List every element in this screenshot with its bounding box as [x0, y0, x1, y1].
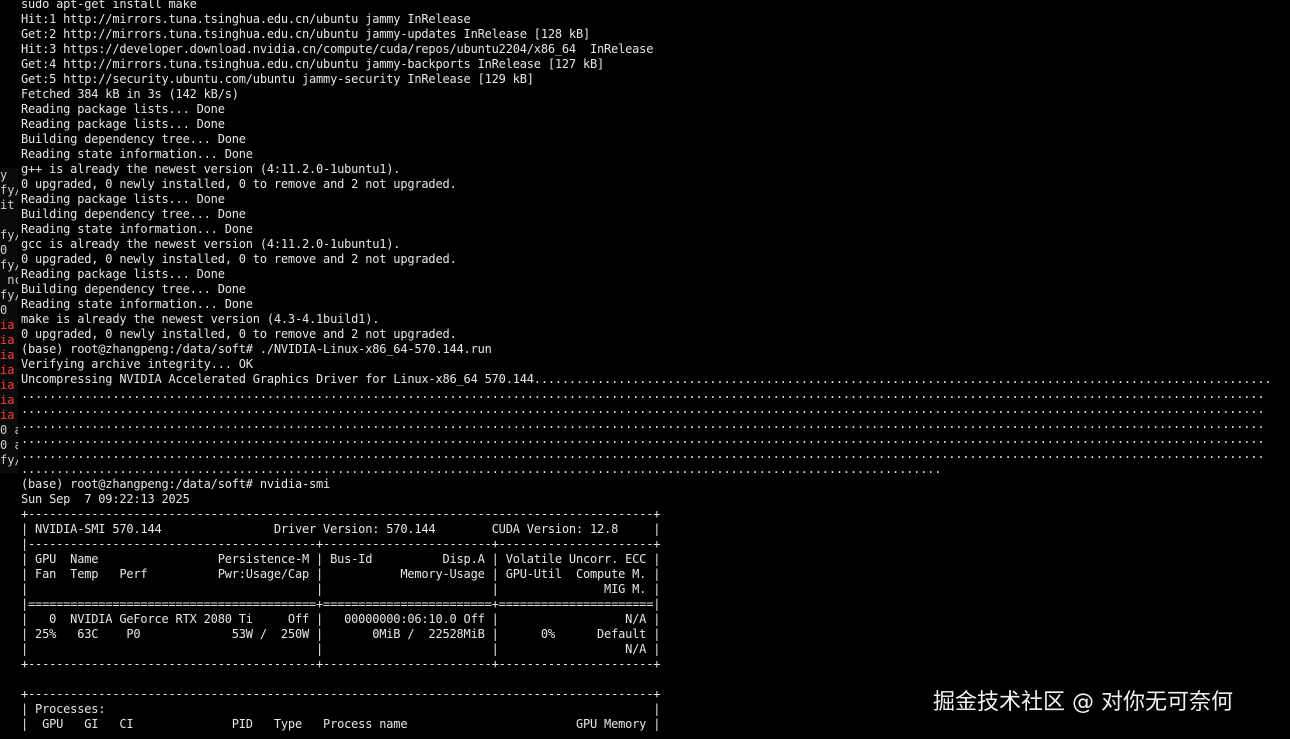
background-window-sliver: yfy/itfy/0fy/ ncfy/0iaiaiaiaiaiaia0 a0 a… [0, 168, 18, 473]
terminal-line: Reading package lists... Done [21, 192, 225, 206]
background-window-text-fragment: it [0, 198, 15, 212]
terminal-line: (base) root@zhangpeng:/data/soft# nvidia… [21, 477, 331, 491]
terminal-line: +---------------------------------------… [21, 687, 661, 701]
terminal-line: Verifying archive integrity... OK [21, 357, 253, 371]
terminal-line: Reading state information... Done [21, 222, 253, 236]
terminal-line: ........................................… [21, 402, 1265, 416]
terminal-line: | | | MIG M. | [21, 582, 661, 596]
terminal-line: | Fan Temp Perf Pwr:Usage/Cap | Memory-U… [21, 567, 661, 581]
background-window-text-fragment: ia [0, 393, 15, 407]
background-window-text-fragment: ia [0, 378, 15, 392]
background-window-text-fragment: nc [7, 273, 18, 287]
terminal-line: Hit:1 http://mirrors.tuna.tsinghua.edu.c… [21, 12, 471, 26]
terminal-line: |=======================================… [21, 597, 661, 611]
terminal-line: 0 upgraded, 0 newly installed, 0 to remo… [21, 327, 457, 341]
terminal-line: Building dependency tree... Done [21, 132, 246, 146]
terminal-line: sudo apt-get install make [21, 0, 197, 11]
terminal-line: | 25% 63C P0 53W / 250W | 0MiB / 22528Mi… [21, 627, 661, 641]
background-window-text-fragment: fy/ [0, 258, 18, 272]
terminal-line: ........................................… [21, 432, 1265, 446]
background-window-text-fragment: ia [0, 408, 15, 422]
background-window-text-fragment: 0 [0, 303, 8, 317]
terminal-line: Reading package lists... Done [21, 267, 225, 281]
terminal-line: ........................................… [21, 462, 942, 476]
terminal-line: gcc is already the newest version (4:11.… [21, 237, 401, 251]
terminal-line: | | | N/A | [21, 642, 661, 656]
terminal-line: ........................................… [21, 417, 1265, 431]
background-window-text-fragment [0, 213, 18, 228]
terminal-output[interactable]: sudo apt-get install make Hit:1 http://mi… [21, 0, 1290, 739]
terminal-line: 0 upgraded, 0 newly installed, 0 to remo… [21, 177, 457, 191]
background-window-text-fragment: fy/ [0, 453, 18, 467]
background-window-text-fragment: ia [0, 348, 15, 362]
terminal-line: Building dependency tree... Done [21, 282, 246, 296]
terminal-line: make is already the newest version (4.3-… [21, 312, 380, 326]
terminal-line: Fetched 384 kB in 3s (142 kB/s) [21, 87, 239, 101]
terminal-line: | GPU Name Persistence-M | Bus-Id Disp.A… [21, 552, 661, 566]
background-window-text-fragment: ia [0, 363, 15, 377]
terminal-line: +---------------------------------------… [21, 507, 661, 521]
terminal-line: |---------------------------------------… [21, 537, 661, 551]
terminal-line: Get:2 http://mirrors.tuna.tsinghua.edu.c… [21, 27, 590, 41]
background-window-text-fragment: 0 [0, 243, 8, 257]
terminal-line: ........................................… [21, 387, 1265, 401]
terminal-line: Hit:3 https://developer.download.nvidia.… [21, 42, 654, 56]
background-window-text-fragment: 0 a [0, 423, 18, 437]
terminal-line: | NVIDIA-SMI 570.144 Driver Version: 570… [21, 522, 661, 536]
terminal-line: 0 upgraded, 0 newly installed, 0 to remo… [21, 252, 457, 266]
terminal-line: Reading package lists... Done [21, 102, 225, 116]
background-window-text-fragment: fy/ [0, 228, 18, 242]
terminal-line: Reading state information... Done [21, 297, 253, 311]
terminal-line: Reading package lists... Done [21, 117, 225, 131]
terminal-line: Get:4 http://mirrors.tuna.tsinghua.edu.c… [21, 57, 605, 71]
background-window-text-fragment: ia [0, 333, 15, 347]
background-window-text-fragment: fy/ [0, 183, 18, 197]
terminal-line: | 0 NVIDIA GeForce RTX 2080 Ti Off | 000… [21, 612, 661, 626]
terminal-line: Reading state information... Done [21, 147, 253, 161]
terminal-line: | GPU GI CI PID Type Process name GPU Me… [21, 717, 661, 731]
terminal-screenshot: yfy/itfy/0fy/ ncfy/0iaiaiaiaiaiaia0 a0 a… [0, 0, 1290, 739]
terminal-line: Building dependency tree... Done [21, 207, 246, 221]
background-window-text-fragment: y [0, 168, 8, 182]
terminal-line: Uncompressing NVIDIA Accelerated Graphic… [21, 372, 1272, 386]
terminal-line: | Processes: | [21, 702, 661, 716]
terminal-line: ........................................… [21, 447, 1265, 461]
terminal-line: Sun Sep 7 09:22:13 2025 [21, 492, 190, 506]
terminal-line: +---------------------------------------… [21, 657, 661, 671]
background-window-text-fragment: ia [0, 318, 15, 332]
terminal-line: Get:5 http://security.ubuntu.com/ubuntu … [21, 72, 534, 86]
terminal-line: g++ is already the newest version (4:11.… [21, 162, 401, 176]
background-window-text-fragment: 0 a [0, 438, 18, 452]
background-window-text-fragment: fy/ [0, 288, 18, 302]
watermark-text: 掘金技术社区 @ 对你无可奈何 [933, 690, 1233, 715]
terminal-line: (base) root@zhangpeng:/data/soft# ./NVID… [21, 342, 492, 356]
